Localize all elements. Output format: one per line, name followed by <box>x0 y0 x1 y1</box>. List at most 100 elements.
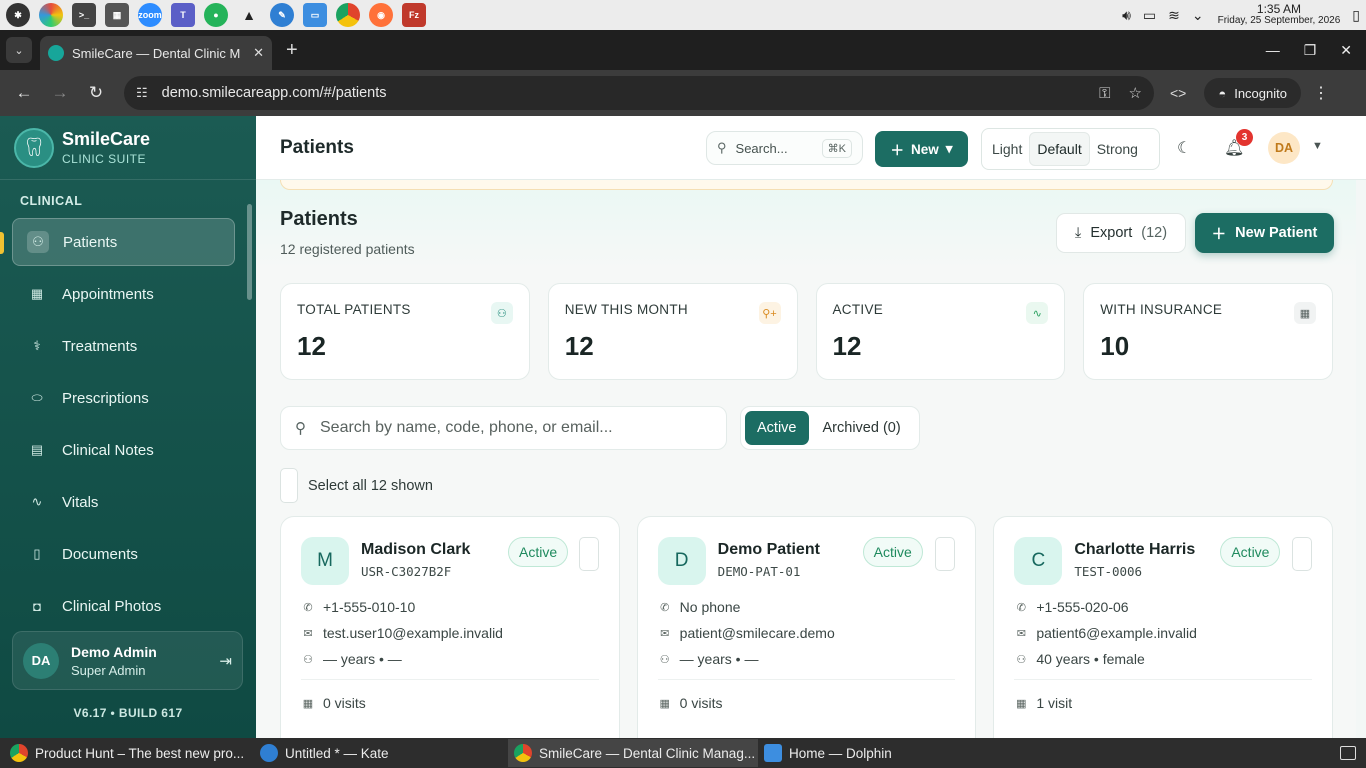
calendar-icon: ▦ <box>302 697 314 710</box>
close-window-icon[interactable]: ✕ <box>1340 42 1352 59</box>
user-card[interactable]: DA Demo Admin Super Admin ⇥ <box>12 631 243 690</box>
density-default[interactable]: Default <box>1029 132 1090 166</box>
sidebar-item-vitals[interactable]: ∿ Vitals <box>12 478 235 526</box>
bookmark-star-icon[interactable]: ☆ <box>1129 84 1142 102</box>
chrome-app-icon[interactable] <box>336 3 360 27</box>
kate-app-icon[interactable]: ✎ <box>270 3 294 27</box>
global-search-button[interactable]: ⚲ Search... ⌘K <box>706 131 863 165</box>
teams-app-icon[interactable]: T <box>171 3 195 27</box>
patient-select-checkbox[interactable] <box>1292 537 1313 571</box>
select-all-checkbox[interactable] <box>280 468 298 503</box>
volume-icon[interactable]: 🔊︎ <box>1122 7 1131 24</box>
sidebar-item-label: Vitals <box>62 493 99 511</box>
patient-name[interactable]: Charlotte Harris <box>1074 541 1195 559</box>
density-light[interactable]: Light <box>985 132 1029 166</box>
patient-email-text: test.user10@example.invalid <box>323 625 503 641</box>
stat-value: 12 <box>297 331 326 361</box>
window-controls: — ❐ ✕ <box>1266 42 1352 59</box>
reload-icon[interactable]: ↻ <box>82 83 110 103</box>
minimize-icon[interactable]: — <box>1266 42 1280 59</box>
card-divider <box>301 679 599 680</box>
phone-icon: ✆ <box>660 601 670 614</box>
back-icon[interactable]: ← <box>10 83 38 103</box>
new-tab-icon[interactable]: + <box>286 39 298 62</box>
new-patient-button[interactable]: ＋ New Patient <box>1195 213 1334 253</box>
patient-card[interactable]: D Demo Patient DEMO-PAT-01 Active ✆ No p… <box>636 516 977 738</box>
taskbar-item-product-hunt[interactable]: Product Hunt – The best new pro... <box>4 739 254 767</box>
show-desktop-icon[interactable] <box>1340 746 1356 760</box>
clock[interactable]: 1:35 AM Friday, 25 September, 2026 <box>1218 3 1341 26</box>
forward-icon[interactable]: → <box>46 83 74 103</box>
clipboard-icon[interactable]: ▯ <box>1352 7 1360 24</box>
document-icon: ▯ <box>33 546 41 561</box>
calendar-icon: ▦ <box>30 286 44 301</box>
chevron-down-icon[interactable]: ⌄ <box>1192 7 1204 24</box>
stethoscope-icon: ⚕ <box>33 338 41 353</box>
sidebar-item-appointments[interactable]: ▦ Appointments <box>12 270 235 318</box>
sidebar-scrollbar[interactable] <box>247 204 252 300</box>
filter-archived-tab[interactable]: Archived (0) <box>815 411 909 445</box>
sidebar-item-prescriptions[interactable]: ⬭ Prescriptions <box>12 374 235 422</box>
patient-visits: ▦ 0 visits <box>301 695 366 711</box>
terminal-app-icon[interactable]: >_ <box>72 3 96 27</box>
color-picker-app-icon[interactable] <box>39 3 63 27</box>
stat-card-active: ACTIVE 12 ∿ <box>815 283 1066 380</box>
patient-name[interactable]: Madison Clark <box>361 541 470 559</box>
patient-name[interactable]: Demo Patient <box>718 541 820 559</box>
browser-menu-icon[interactable]: ⋮ <box>1313 83 1329 103</box>
zoom-app-icon[interactable]: zoom <box>138 3 162 27</box>
incognito-indicator[interactable]: ◓ Incognito <box>1204 78 1301 108</box>
taskbar-item-kate[interactable]: Untitled * — Kate <box>254 739 508 767</box>
sidebar-item-label: Appointments <box>62 285 154 303</box>
close-tab-icon[interactable]: ✕ <box>253 45 264 61</box>
density-strong[interactable]: Strong <box>1090 132 1145 166</box>
task-manager-app-icon[interactable]: ▦ <box>105 3 129 27</box>
mail-icon: ✉ <box>1016 627 1026 640</box>
site-info-icon[interactable]: ☷ <box>136 85 148 101</box>
export-button[interactable]: ⤓ Export (12) <box>1056 213 1186 253</box>
stat-label: TOTAL PATIENTS <box>297 302 411 317</box>
patient-visits-text: 1 visit <box>1036 695 1073 711</box>
logout-icon[interactable]: ⇥ <box>219 652 232 670</box>
address-bar[interactable]: ☷ demo.smilecareapp.com/#/patients ⚿ ☆ <box>124 76 1154 110</box>
patient-search-input[interactable] <box>320 419 712 437</box>
filter-active-tab[interactable]: Active <box>745 411 809 445</box>
patient-card[interactable]: C Charlotte Harris TEST-0006 Active ✆ +1… <box>993 516 1334 738</box>
files-app-icon[interactable]: ▭ <box>303 3 327 27</box>
stat-card-new-this-month: NEW THIS MONTH 12 ⚲+ <box>547 283 798 380</box>
devtools-code-icon[interactable]: <> <box>1170 85 1186 101</box>
chevron-down-icon[interactable]: ▼ <box>1312 140 1323 152</box>
wifi-icon[interactable]: ≋ <box>1168 7 1180 24</box>
patient-select-checkbox[interactable] <box>578 537 599 571</box>
chat-app-icon[interactable]: ● <box>204 3 228 27</box>
patient-demographics-text: — years • — <box>679 651 759 667</box>
patient-phone-text: +1-555-010-10 <box>323 599 416 615</box>
new-menu-button[interactable]: ＋ New ▾ <box>875 131 968 167</box>
sidebar-item-treatments[interactable]: ⚕ Treatments <box>12 322 235 370</box>
sidebar-item-patients[interactable]: ⚇ Patients <box>12 218 235 266</box>
stat-label: ACTIVE <box>832 302 884 317</box>
user-plus-icon: ⚲+ <box>758 302 781 324</box>
sidebar-item-clinical-photos[interactable]: ◘ Clinical Photos <box>12 582 235 630</box>
moon-icon[interactable]: ☾ <box>1177 138 1191 158</box>
sidebar-item-documents[interactable]: ▯ Documents <box>12 530 235 578</box>
browser-tab-active[interactable]: SmileCare — Dental Clinic M ✕ <box>40 36 272 70</box>
tab-search-chevron-icon[interactable]: ⌄ <box>6 37 32 63</box>
battery-icon[interactable]: ▭ <box>1143 7 1156 24</box>
maximize-icon[interactable]: ❐ <box>1304 42 1317 59</box>
taskbar-item-smilecare[interactable]: SmileCare — Dental Clinic Manag... <box>508 739 758 767</box>
taskbar-item-dolphin[interactable]: Home — Dolphin <box>758 739 1008 767</box>
url-text[interactable]: demo.smilecareapp.com/#/patients <box>162 85 1081 101</box>
stat-card-total-patients: TOTAL PATIENTS 12 ⚇ <box>280 283 530 380</box>
firefox-app-icon[interactable]: ◉ <box>369 3 393 27</box>
brand[interactable]: 🦷︎ SmileCare CLINIC SUITE <box>0 116 256 180</box>
linux-app-icon[interactable]: ▲ <box>237 3 261 27</box>
filezilla-app-icon[interactable]: Fz <box>402 3 426 27</box>
sidebar-item-clinical-notes[interactable]: ▤ Clinical Notes <box>12 426 235 474</box>
patient-card[interactable]: M Madison Clark USR-C3027B2F Active ✆ +1… <box>280 516 620 738</box>
app-menu-icon[interactable]: ✱ <box>6 3 30 27</box>
avatar[interactable]: DA <box>1268 132 1300 164</box>
patient-select-checkbox[interactable] <box>935 537 956 571</box>
users-icon: ⚇ <box>303 653 313 666</box>
password-key-icon[interactable]: ⚿ <box>1099 85 1110 102</box>
